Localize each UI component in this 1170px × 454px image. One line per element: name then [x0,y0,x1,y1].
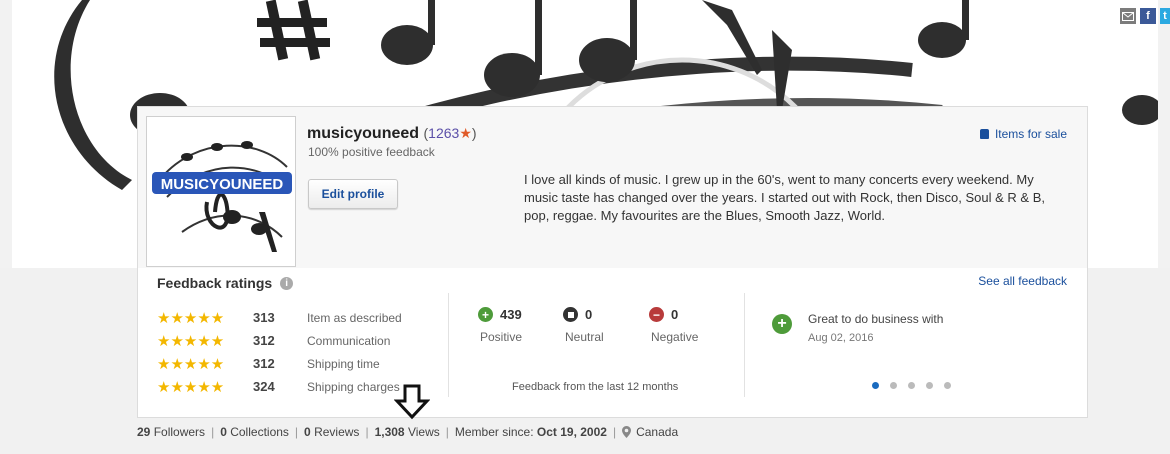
star-icon: ★ [459,125,472,141]
carousel-dot[interactable] [890,382,897,389]
reviews-link[interactable]: 0 Reviews [304,425,359,439]
rating-label: Shipping charges [307,379,400,394]
positive-label: Positive [480,330,523,344]
rating-count: 324 [253,379,275,394]
minus-circle-icon: − [649,307,664,322]
profile-card: MUSICYOUNEED musicyouneed (1263★) 100% p… [137,106,1088,418]
see-all-feedback-link[interactable]: See all feedback [978,274,1067,288]
negative-number: 0 [671,307,679,322]
profile-header: MUSICYOUNEED musicyouneed (1263★) 100% p… [138,107,1087,268]
positive-feedback-percent: 100% positive feedback [308,145,435,159]
rating-label: Shipping time [307,356,380,371]
profile-bio: I love all kinds of music. I grew up in … [524,172,1045,223]
username-line: musicyouneed (1263★) [307,125,477,143]
items-for-sale-label: Items for sale [994,127,1067,141]
mail-icon[interactable] [1120,8,1136,24]
rating-count: 312 [253,333,275,348]
feedback-score[interactable]: (1263★) [423,125,476,141]
score-close: ) [471,125,477,141]
detailed-ratings: ★★★★★ 313 Item as described ★★★★★ 312 Co… [157,306,402,398]
feedback-ratings-title: Feedback ratings [157,275,273,291]
rating-row: ★★★★★ 312 Shipping time [157,352,402,375]
info-icon[interactable]: i [280,276,294,290]
carousel-dot[interactable] [944,382,951,389]
shopping-bag-icon [979,129,989,139]
plus-circle-icon: + [478,307,493,322]
neutral-circle-icon [563,307,578,322]
facebook-icon[interactable]: f [1140,8,1156,24]
member-since: Member since: Oct 19, 2002 [454,425,607,439]
positive-number: 439 [500,307,522,322]
carousel-dot[interactable] [872,382,879,389]
location-pin-icon [622,426,632,438]
twitter-icon[interactable]: t [1160,8,1170,24]
carousel-dot[interactable] [908,382,915,389]
views-count: 1,308 Views [374,425,440,439]
positive-count[interactable]: +439 Positive [478,307,522,344]
items-for-sale-link[interactable]: Items for sale [979,127,1067,141]
neutral-count[interactable]: 0 Neutral [563,307,604,344]
plus-circle-icon: + [772,314,792,334]
location: Canada [636,425,679,439]
neutral-label: Neutral [565,330,604,344]
collections-link[interactable]: 0 Collections [220,425,289,439]
rating-row: ★★★★★ 312 Communication [157,329,402,352]
share-icons: f t [1120,8,1170,24]
avatar: MUSICYOUNEED [146,116,296,267]
negative-label: Negative [651,330,699,344]
negative-count[interactable]: −0 Negative [649,307,698,344]
edit-profile-button[interactable]: Edit profile [308,179,398,209]
feedback-ratings-heading: Feedback ratings i [157,275,294,291]
avatar-logo-image: MUSICYOUNEED [147,117,295,266]
score-number: 1263 [428,125,460,141]
carousel-dots [872,382,951,389]
rating-row: ★★★★★ 313 Item as described [157,306,402,329]
followers-link[interactable]: 29 Followers [137,425,205,439]
comment-text: Great to do business with [808,312,944,326]
divider [448,293,449,397]
recent-feedback-comment: + Great to do business with Aug 02, 2016 [772,312,943,344]
star-rating-icon: ★★★★★ [157,332,225,350]
feedback-period-note: Feedback from the last 12 months [512,381,679,393]
star-rating-icon: ★★★★★ [157,309,225,327]
carousel-dot[interactable] [926,382,933,389]
rating-count: 312 [253,356,275,371]
comment-date: Aug 02, 2016 [808,332,874,344]
divider [744,293,745,397]
rating-label: Communication [307,333,391,348]
down-arrow-icon [393,384,431,425]
rating-count: 313 [253,310,275,325]
rating-row: ★★★★★ 324 Shipping charges [157,375,402,398]
profile-stats-bar: 29 Followers | 0 Collections | 0 Reviews… [137,425,679,439]
rating-label: Item as described [307,310,402,325]
avatar-logo-text: MUSICYOUNEED [161,176,284,193]
star-rating-icon: ★★★★★ [157,378,225,396]
neutral-number: 0 [585,307,593,322]
star-rating-icon: ★★★★★ [157,355,225,373]
username[interactable]: musicyouneed [307,125,419,142]
